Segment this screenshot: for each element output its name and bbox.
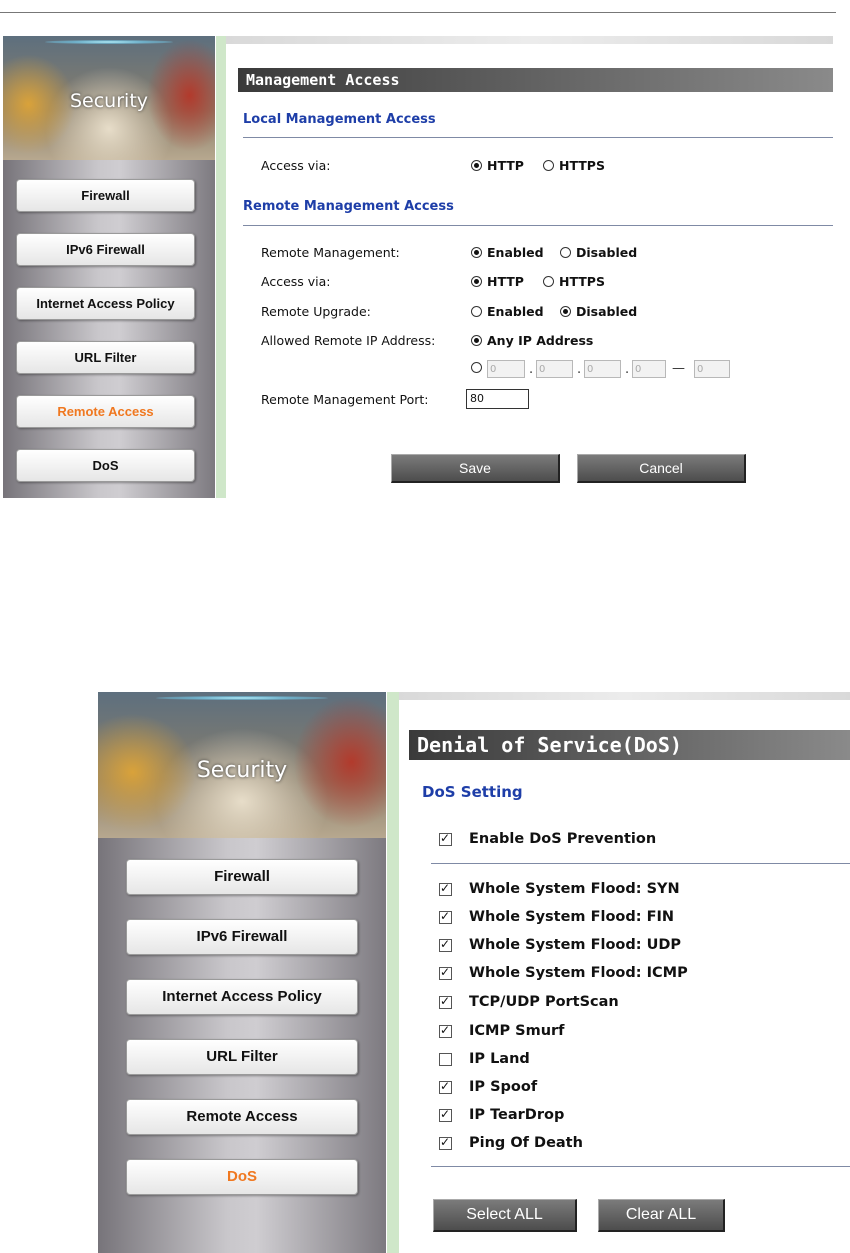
dos-option-checkbox[interactable]: Whole System Flood: ICMP: [439, 965, 688, 981]
remote-upgrade-disabled-radio[interactable]: Disabled: [560, 304, 637, 319]
ip-range-radio[interactable]: [471, 362, 487, 373]
radio-selected-icon: [471, 276, 482, 287]
remote-access-https-radio[interactable]: HTTPS: [543, 274, 605, 289]
ip-dot: .: [529, 362, 534, 377]
dos-option-checkbox[interactable]: Ping Of Death: [439, 1135, 583, 1151]
sidebar-item-dos[interactable]: DoS: [126, 1159, 358, 1195]
local-access-https-radio[interactable]: HTTPS: [543, 158, 605, 173]
page-title: Denial of Service(DoS): [409, 730, 850, 760]
checkbox-icon: [439, 1052, 452, 1066]
main-content: Denial of Service(DoS) DoS Setting Enabl…: [399, 692, 850, 1253]
sidebar-item-remote-access[interactable]: Remote Access: [16, 395, 195, 428]
dos-option-checkbox[interactable]: IP Spoof: [439, 1079, 537, 1095]
checkbox-checked-icon: [439, 881, 452, 896]
checkbox-checked-icon: [439, 1107, 452, 1122]
allowed-ip-label: Allowed Remote IP Address:: [261, 333, 436, 348]
main-content: Management Access Local Management Acces…: [226, 36, 833, 498]
radio-icon: [471, 306, 482, 317]
checkbox-checked-icon: [439, 831, 452, 846]
content-divider: [216, 36, 226, 498]
radio-selected-icon: [471, 247, 482, 258]
ip-octet-3-input[interactable]: 0: [584, 360, 621, 378]
dos-option-checkbox[interactable]: Whole System Flood: FIN: [439, 909, 674, 925]
banner-glow: [45, 40, 173, 44]
radio-selected-icon: [560, 306, 571, 317]
section-divider: [243, 225, 833, 226]
any-ip-radio[interactable]: Any IP Address: [471, 333, 593, 348]
cancel-button[interactable]: Cancel: [577, 454, 746, 483]
section-title-local: Local Management Access: [243, 112, 436, 127]
radio-selected-icon: [471, 335, 482, 346]
sidebar-item-url-filter[interactable]: URL Filter: [126, 1039, 358, 1075]
sidebar-item-dos[interactable]: DoS: [16, 449, 195, 482]
section-title-dos-setting: DoS Setting: [422, 783, 523, 801]
sidebar-item-remote-access[interactable]: Remote Access: [126, 1099, 358, 1135]
radio-icon: [543, 276, 554, 287]
checkbox-checked-icon: [439, 1079, 452, 1094]
checkbox-checked-icon: [439, 937, 452, 952]
ip-octet-4-input[interactable]: 0: [632, 360, 666, 378]
dos-option-checkbox[interactable]: IP TearDrop: [439, 1107, 564, 1123]
remote-management-disabled-radio[interactable]: Disabled: [560, 245, 637, 260]
dos-option-checkbox[interactable]: ICMP Smurf: [439, 1023, 564, 1039]
save-button[interactable]: Save: [391, 454, 560, 483]
banner-glow: [155, 696, 329, 700]
sidebar-item-internet-access-policy[interactable]: Internet Access Policy: [16, 287, 195, 320]
ip-dot: .: [577, 362, 582, 377]
dos-option-checkbox[interactable]: Whole System Flood: SYN: [439, 881, 680, 897]
remote-upgrade-enabled-radio[interactable]: Enabled: [471, 304, 544, 319]
clear-all-button[interactable]: Clear ALL: [598, 1199, 725, 1232]
local-access-via-label: Access via:: [261, 158, 331, 173]
banner-title: Security: [196, 758, 288, 783]
sidebar-item-firewall[interactable]: Firewall: [16, 179, 195, 212]
page-title: Management Access: [238, 68, 833, 92]
select-all-button[interactable]: Select ALL: [433, 1199, 577, 1232]
radio-icon: [560, 247, 571, 258]
radio-selected-icon: [471, 160, 482, 171]
dos-option-checkbox[interactable]: Whole System Flood: UDP: [439, 937, 681, 953]
ip-octet-2-input[interactable]: 0: [536, 360, 573, 378]
section-title-remote: Remote Management Access: [243, 199, 454, 214]
remote-management-label: Remote Management:: [261, 245, 400, 260]
management-access-screenshot: Security Firewall IPv6 Firewall Internet…: [3, 36, 833, 498]
security-banner: Security: [3, 36, 215, 160]
remote-access-http-radio[interactable]: HTTP: [471, 274, 524, 289]
radio-icon: [543, 160, 554, 171]
checkbox-checked-icon: [439, 909, 452, 924]
sidebar-item-firewall[interactable]: Firewall: [126, 859, 358, 895]
sidebar: Security Firewall IPv6 Firewall Internet…: [98, 692, 386, 1253]
dos-screenshot: Security Firewall IPv6 Firewall Internet…: [98, 692, 850, 1253]
remote-access-via-label: Access via:: [261, 274, 331, 289]
sidebar-item-url-filter[interactable]: URL Filter: [16, 341, 195, 374]
sidebar: Security Firewall IPv6 Firewall Internet…: [3, 36, 215, 498]
sidebar-item-ipv6-firewall[interactable]: IPv6 Firewall: [16, 233, 195, 266]
section-divider: [431, 1166, 850, 1167]
checkbox-checked-icon: [439, 1135, 452, 1150]
content-divider: [387, 692, 399, 1253]
ip-range-end-input[interactable]: 0: [694, 360, 730, 378]
ip-octet-1-input[interactable]: 0: [487, 360, 525, 378]
dos-option-checkbox[interactable]: TCP/UDP PortScan: [439, 994, 619, 1010]
enable-dos-prevention-checkbox[interactable]: Enable DoS Prevention: [439, 831, 656, 847]
sidebar-item-internet-access-policy[interactable]: Internet Access Policy: [126, 979, 358, 1015]
checkbox-checked-icon: [439, 965, 452, 980]
remote-upgrade-label: Remote Upgrade:: [261, 304, 371, 319]
checkbox-checked-icon: [439, 1023, 452, 1038]
banner-title: Security: [69, 90, 149, 112]
sidebar-item-ipv6-firewall[interactable]: IPv6 Firewall: [126, 919, 358, 955]
ip-dot: .: [625, 362, 630, 377]
remote-port-label: Remote Management Port:: [261, 392, 429, 407]
remote-port-input[interactable]: 80: [466, 389, 529, 409]
checkbox-checked-icon: [439, 994, 452, 1009]
ip-range-dash: —: [672, 361, 685, 376]
section-divider: [243, 137, 833, 138]
remote-management-enabled-radio[interactable]: Enabled: [471, 245, 544, 260]
radio-icon: [471, 362, 482, 373]
top-rule: [0, 12, 836, 13]
security-banner: Security: [98, 692, 386, 838]
section-divider: [431, 863, 850, 864]
dos-option-checkbox[interactable]: IP Land: [439, 1051, 530, 1067]
local-access-http-radio[interactable]: HTTP: [471, 158, 524, 173]
